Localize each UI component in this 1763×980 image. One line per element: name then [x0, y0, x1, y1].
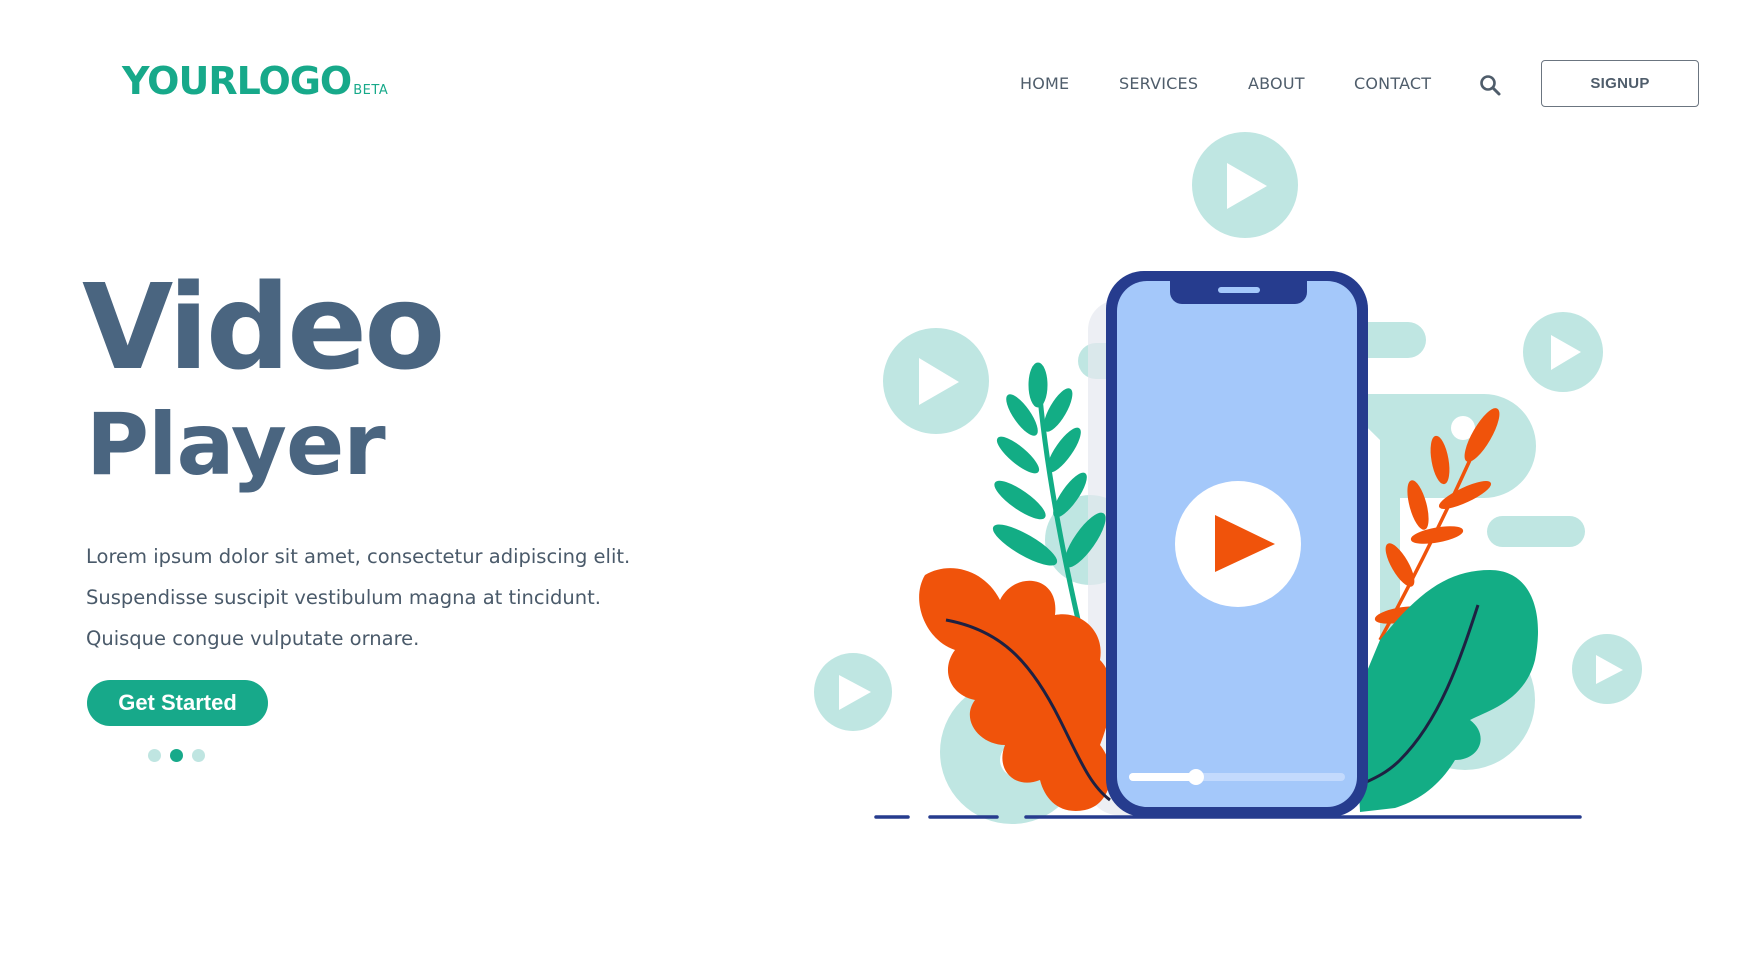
play-bubble	[1523, 312, 1603, 392]
play-bubble	[1572, 634, 1642, 704]
play-bubble	[1192, 132, 1298, 238]
play-bubble	[814, 653, 892, 731]
hero-illustration	[814, 132, 1642, 824]
progress-knob	[1187, 769, 1204, 785]
video-play-button[interactable]	[1175, 481, 1301, 607]
phone-speaker	[1218, 287, 1260, 293]
progress-fill	[1129, 773, 1196, 781]
play-bubble	[883, 328, 989, 434]
